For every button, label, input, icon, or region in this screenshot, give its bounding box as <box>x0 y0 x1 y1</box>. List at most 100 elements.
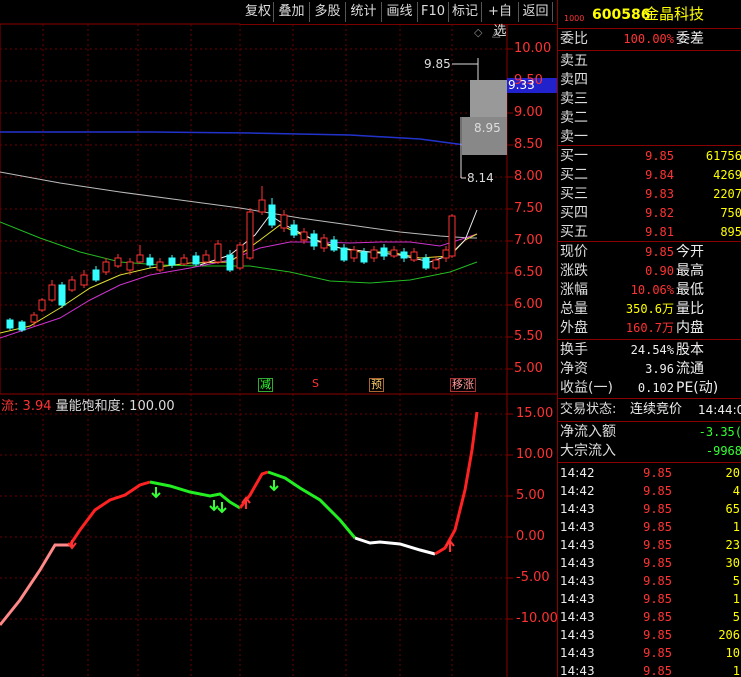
quote-label-2: 最低 <box>676 282 704 298</box>
fundamental-label: 收益(一) <box>560 380 613 396</box>
toolbar-button-4[interactable]: 画线 <box>382 2 418 22</box>
price-axis-label: 5.00 <box>514 361 543 376</box>
tick-row[interactable]: 14:43 9.85 1 <box>558 518 741 536</box>
candle-body <box>126 261 134 271</box>
tick-row[interactable]: 14:43 9.85 30 <box>558 554 741 572</box>
quote-label-2: 量比 <box>676 301 704 317</box>
tick-row[interactable]: 14:43 9.85 206 <box>558 626 741 644</box>
candle-body <box>360 251 368 263</box>
tick-time: 14:43 <box>560 664 595 677</box>
quote-label: 外盘 <box>560 320 588 336</box>
bid-price: 9.85 <box>645 149 674 163</box>
quote-value: 10.06% <box>630 283 674 297</box>
bid-row[interactable]: 买四 9.82 750 <box>558 204 741 222</box>
tick-time: 14:43 <box>560 628 595 642</box>
toolbar-button-1[interactable]: 叠加 <box>274 2 310 22</box>
status-time: 14:44:0 <box>698 403 741 417</box>
tick-row[interactable]: 14:42 9.85 4 <box>558 482 741 500</box>
bigflow-row: 大宗流入 -9968 <box>558 442 741 460</box>
quote-label: 涨跌 <box>560 263 588 279</box>
vertical-grid <box>42 24 453 677</box>
tick-time: 14:43 <box>560 520 595 534</box>
bid-row[interactable]: 买五 9.81 895 <box>558 223 741 241</box>
indicator-axis-label: 0.00 <box>516 529 545 544</box>
diamond-icon[interactable]: ◇ <box>474 26 483 39</box>
ask-row: 卖二 <box>558 109 741 127</box>
tick-time: 14:43 <box>560 592 595 606</box>
ask-label: 卖五 <box>560 53 588 69</box>
tick-volume: 5 <box>732 574 740 588</box>
candle-body <box>370 249 378 259</box>
tick-price: 9.85 <box>643 592 672 606</box>
candle-body <box>38 299 46 311</box>
bid-row[interactable]: 买三 9.83 2207 <box>558 185 741 203</box>
tick-volume: 20 <box>725 466 740 480</box>
tick-price: 9.85 <box>643 484 672 498</box>
price-axis-label: 10.00 <box>514 41 552 56</box>
candle-body <box>350 249 358 259</box>
bid-row[interactable]: 买一 9.85 61756 <box>558 147 741 165</box>
toolbar-button-3[interactable]: 统计 <box>346 2 382 22</box>
indicator-segment <box>434 411 479 556</box>
quote-panel: 1000 600586 金晶科技 委比 100.00% 委差 卖五 卖四 卖三 卖二卖… <box>557 0 741 677</box>
candle-body <box>432 259 440 269</box>
netflow-label: 净流入额 <box>560 424 616 440</box>
tick-row[interactable]: 14:43 9.85 65 <box>558 500 741 518</box>
indicator-line <box>0 411 479 626</box>
indicator-axis-label: 10.00 <box>516 447 554 462</box>
tick-row[interactable]: 14:43 9.85 23 <box>558 536 741 554</box>
fundamental-value: 0.102 <box>637 381 674 395</box>
status-row: 交易状态: 连续竞价 14:44:0 <box>558 401 741 419</box>
toolbar-button-5[interactable]: F10 <box>418 2 449 22</box>
bid-row[interactable]: 买二 9.84 4269 <box>558 166 741 184</box>
toolbar-button-8[interactable]: 返回 <box>519 2 553 22</box>
chart-area[interactable]: ◇ △ 复权 叠加 多股 统计 画线 F10 标记 +自选 返回 10.00 9.50 9.00 8.… <box>0 0 558 677</box>
tick-row[interactable]: 14:43 9.85 1 <box>558 590 741 608</box>
tick-row[interactable]: 14:43 9.85 1 <box>558 662 741 677</box>
bid-volume: 2207 <box>713 187 741 201</box>
toolbar-button-0[interactable]: 复权 <box>243 2 274 22</box>
bid-price: 9.84 <box>645 168 674 182</box>
indicator-label: 量能饱和度: <box>55 399 126 414</box>
tick-row[interactable]: 14:43 9.85 5 <box>558 572 741 590</box>
toolbar-button-7[interactable]: +自选 <box>482 2 519 39</box>
candle-body <box>192 255 200 265</box>
tick-row[interactable]: 14:42 9.85 20 <box>558 464 741 482</box>
fundamental-row: 换手 24.54% 股本 <box>558 341 741 359</box>
ask-row: 卖一 <box>558 128 741 146</box>
candle-body <box>290 224 298 236</box>
tick-price: 9.85 <box>643 610 672 624</box>
tick-volume: 1 <box>732 592 740 606</box>
quote-row: 现价 9.85 今开 <box>558 243 741 261</box>
candle-body <box>48 284 56 301</box>
indicator-axis-label: -10.00 <box>516 611 558 626</box>
tick-row[interactable]: 14:43 9.85 5 <box>558 608 741 626</box>
kline-chart[interactable]: ◇ △ <box>0 0 557 677</box>
candle-body <box>102 261 110 273</box>
indicator-value: 3.94 <box>22 399 52 414</box>
tick-time: 14:43 <box>560 538 595 552</box>
ask-row: 卖四 <box>558 71 741 89</box>
tick-price: 9.85 <box>643 502 672 516</box>
candle-body <box>380 247 388 257</box>
toolbar-button-2[interactable]: 多股 <box>310 2 346 22</box>
tick-price: 9.85 <box>643 574 672 588</box>
bid-label: 买三 <box>560 186 588 202</box>
ask-label: 卖四 <box>560 72 588 88</box>
tick-row[interactable]: 14:43 9.85 10 <box>558 644 741 662</box>
candle-body <box>310 233 318 247</box>
fundamental-value: 24.54% <box>630 343 674 357</box>
tick-price: 9.85 <box>643 556 672 570</box>
weibi-value: 100.00% <box>623 32 674 46</box>
tick-price: 9.85 <box>643 520 672 534</box>
quote-label-2: 今开 <box>676 244 704 260</box>
price-axis-label: 9.00 <box>514 105 543 120</box>
quote-value: 350.6万 <box>625 302 674 316</box>
fundamental-label-2: PE(动) <box>676 380 719 396</box>
price-axis-label: 6.00 <box>514 297 543 312</box>
toolbar-button-6[interactable]: 标记 <box>449 2 482 22</box>
status-value: 连续竞价 <box>630 402 683 417</box>
ask-label: 卖二 <box>560 110 588 126</box>
candle-body <box>30 314 38 323</box>
bigflow-value: -9968 <box>705 444 741 458</box>
